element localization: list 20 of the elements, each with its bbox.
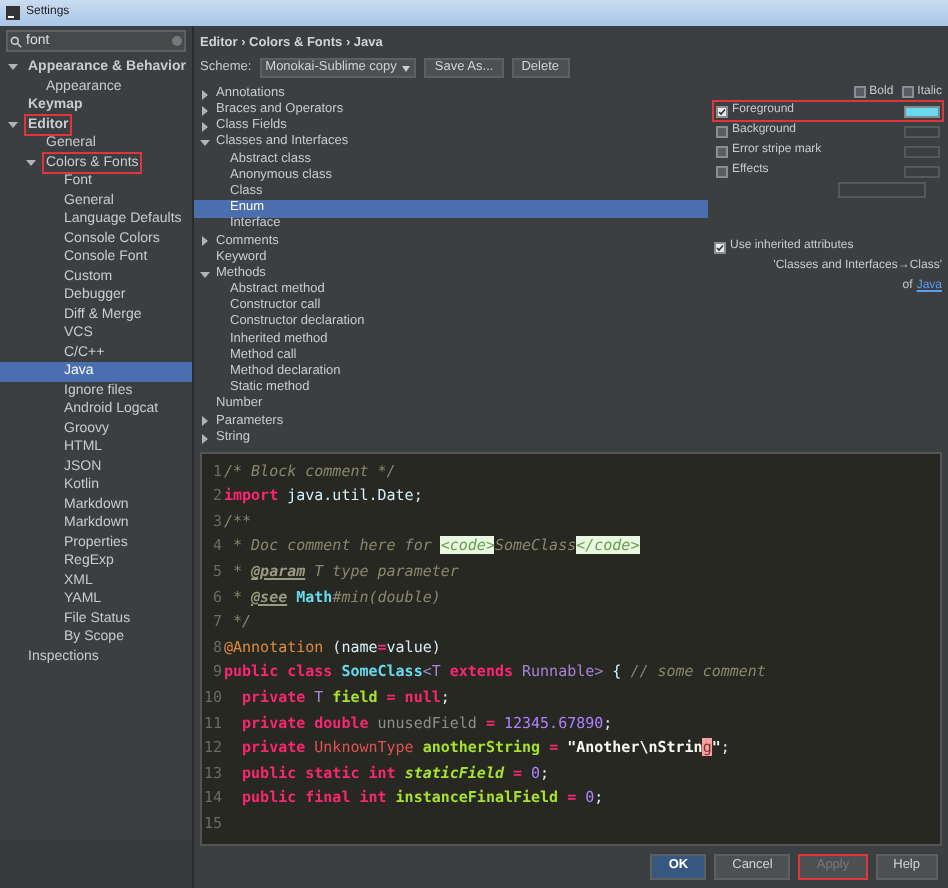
- color-swatch[interactable]: [904, 105, 940, 117]
- checkbox[interactable]: [716, 165, 728, 177]
- expanded-arrow-icon[interactable]: [200, 269, 210, 280]
- checkbox[interactable]: [853, 86, 866, 98]
- color-swatch[interactable]: [904, 145, 940, 157]
- expanded-arrow-icon[interactable]: [26, 157, 36, 168]
- color-swatch[interactable]: [904, 165, 940, 177]
- checkbox[interactable]: [901, 86, 914, 98]
- color-swatch[interactable]: [904, 125, 940, 137]
- app-icon: [6, 6, 20, 20]
- expanded-arrow-icon[interactable]: [8, 119, 18, 130]
- checkbox[interactable]: [716, 125, 728, 137]
- expanded-arrow-icon[interactable]: [200, 138, 210, 149]
- checkbox[interactable]: [714, 241, 726, 253]
- checkbox[interactable]: [716, 145, 728, 157]
- checkbox[interactable]: [716, 105, 728, 117]
- collapsed-arrow-icon[interactable]: [200, 236, 210, 247]
- expanded-arrow-icon[interactable]: [8, 62, 18, 73]
- search-icon: [10, 35, 22, 47]
- dropdown-arrow-icon: [402, 65, 411, 71]
